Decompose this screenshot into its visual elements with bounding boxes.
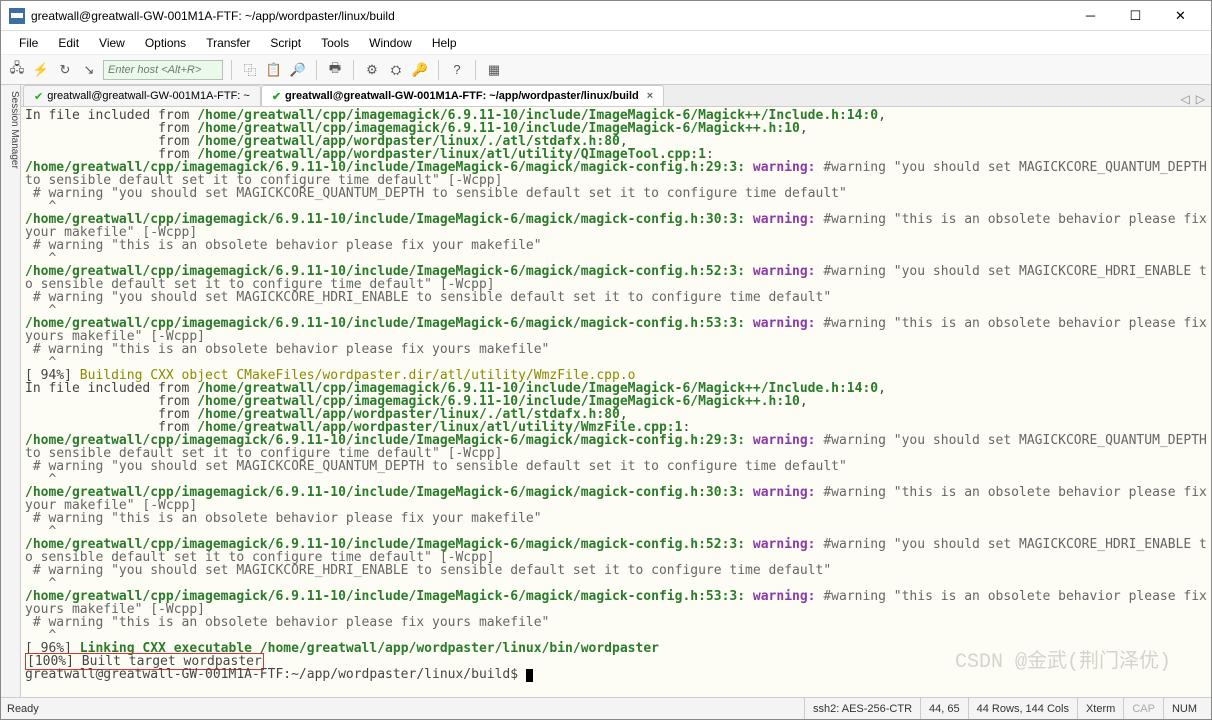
check-icon: ✔	[34, 90, 43, 103]
separator	[316, 60, 317, 80]
maximize-button[interactable]: ☐	[1113, 2, 1158, 30]
tabbar: ✔ greatwall@greatwall-GW-001M1A-FTF: ~ ✔ g…	[21, 85, 1211, 107]
tab-next-icon[interactable]: ▷	[1196, 92, 1205, 106]
menu-tools[interactable]: Tools	[313, 34, 357, 52]
tab-label: greatwall@greatwall-GW-001M1A-FTF: ~/app…	[285, 90, 639, 102]
quick-connect-icon[interactable]: ⚡	[31, 60, 51, 80]
session-options-icon[interactable]: ⛭	[386, 60, 406, 80]
separator	[231, 60, 232, 80]
tab-prev-icon[interactable]: ◁	[1181, 92, 1190, 106]
menu-edit[interactable]: Edit	[50, 34, 87, 52]
status-num: NUM	[1163, 698, 1205, 719]
separator	[475, 60, 476, 80]
tile-icon[interactable]: ▦	[484, 60, 504, 80]
menu-options[interactable]: Options	[137, 34, 194, 52]
minimize-button[interactable]: ─	[1068, 2, 1113, 30]
terminal-output: In file included from /home/greatwall/cp…	[25, 109, 1209, 682]
tab-navigation: ◁▷	[1181, 92, 1211, 106]
tab-label: greatwall@greatwall-GW-001M1A-FTF: ~	[47, 90, 250, 102]
paste-icon[interactable]: 📋	[264, 60, 284, 80]
status-position: 44, 65	[920, 698, 968, 719]
disconnect-icon[interactable]: ↘	[79, 60, 99, 80]
find-icon[interactable]: 🔎	[288, 60, 308, 80]
close-button[interactable]: ✕	[1158, 2, 1203, 30]
status-connection: ssh2: AES-256-CTR	[804, 698, 920, 719]
window-title: greatwall@greatwall-GW-001M1A-FTF: ~/app…	[31, 9, 1068, 23]
menu-help[interactable]: Help	[424, 34, 465, 52]
toolbar: 🖧 ⚡ ↻ ↘ ⿻ 📋 🔎 🖶 ⚙ ⛭ 🔑 ? ▦	[1, 55, 1211, 85]
terminal[interactable]: In file included from /home/greatwall/cp…	[21, 107, 1211, 697]
status-termtype: Xterm	[1077, 698, 1123, 719]
separator	[438, 60, 439, 80]
help-icon[interactable]: ?	[447, 60, 467, 80]
menu-file[interactable]: File	[11, 34, 46, 52]
copy-icon[interactable]: ⿻	[240, 60, 260, 80]
menu-transfer[interactable]: Transfer	[198, 34, 258, 52]
status-ready: Ready	[7, 703, 39, 715]
status-caps: CAP	[1123, 698, 1163, 719]
cursor	[526, 669, 533, 682]
statusbar: Ready ssh2: AES-256-CTR 44, 65 44 Rows, …	[1, 697, 1211, 719]
sessions-icon[interactable]: 🖧	[7, 60, 27, 80]
app-icon	[9, 8, 25, 24]
status-size: 44 Rows, 144 Cols	[968, 698, 1077, 719]
separator	[353, 60, 354, 80]
session-manager-tab[interactable]: Session Manager	[1, 85, 21, 697]
host-input[interactable]	[103, 60, 223, 80]
tab-session-1[interactable]: ✔ greatwall@greatwall-GW-001M1A-FTF: ~	[23, 85, 261, 106]
print-icon[interactable]: 🖶	[325, 60, 345, 80]
options-icon[interactable]: ⚙	[362, 60, 382, 80]
check-icon: ✔	[272, 90, 281, 103]
menu-script[interactable]: Script	[262, 34, 309, 52]
reconnect-icon[interactable]: ↻	[55, 60, 75, 80]
titlebar: greatwall@greatwall-GW-001M1A-FTF: ~/app…	[1, 1, 1211, 31]
keymap-icon[interactable]: 🔑	[410, 60, 430, 80]
close-tab-icon[interactable]: ×	[647, 90, 653, 102]
menubar: File Edit View Options Transfer Script T…	[1, 31, 1211, 55]
menu-window[interactable]: Window	[361, 34, 420, 52]
menu-view[interactable]: View	[91, 34, 133, 52]
tab-session-2[interactable]: ✔ greatwall@greatwall-GW-001M1A-FTF: ~/ap…	[261, 85, 664, 106]
